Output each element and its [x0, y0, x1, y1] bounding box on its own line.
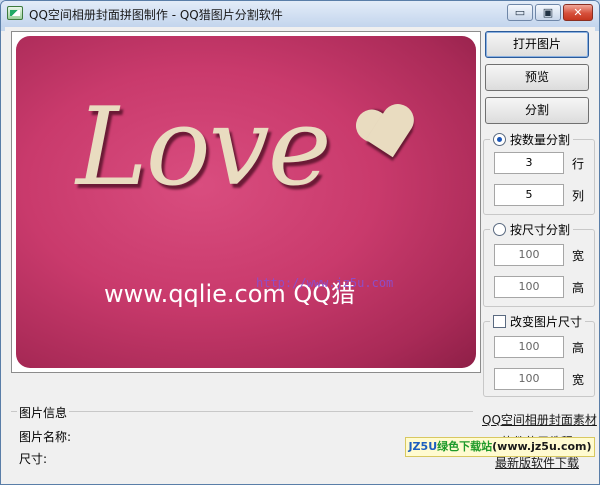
badge-suffix: (www.jz5u.com)	[492, 440, 592, 453]
split-width-input[interactable]: 100	[494, 244, 564, 266]
image-preview-frame: Love www.qqlie.com QQ猎 http://www.jz5u.c…	[11, 31, 481, 373]
photo-love-text: Love	[76, 85, 332, 210]
maximize-button[interactable]: ▣	[535, 4, 561, 21]
split-by-size-label: 按尺寸分割	[510, 223, 571, 237]
download-site-badge: JZ5U绿色下载站(www.jz5u.com)	[405, 437, 595, 457]
image-name-label: 图片名称:	[19, 430, 72, 444]
image-info-group: 图片信息 图片名称: 尺寸:	[11, 404, 473, 481]
cover-material-link[interactable]: QQ空间相册封面素材	[482, 411, 597, 428]
image-info-legend: 图片信息	[17, 404, 70, 421]
resize-width-unit-label: 宽	[572, 373, 585, 387]
split-by-count-radio[interactable]	[493, 133, 506, 146]
preview-image: Love www.qqlie.com QQ猎 http://www.jz5u.c…	[16, 36, 476, 368]
split-by-count-label: 按数量分割	[510, 133, 571, 147]
badge-middle: 绿色下载站	[437, 440, 493, 453]
resize-image-label: 改变图片尺寸	[510, 315, 583, 329]
preview-button[interactable]: 预览	[485, 64, 589, 91]
image-size-label: 尺寸:	[19, 452, 48, 466]
open-image-button[interactable]: 打开图片	[485, 31, 589, 58]
cols-unit-label: 列	[572, 189, 585, 203]
app-image-icon	[7, 6, 23, 20]
window-title: QQ空间相册封面拼图制作 - QQ猎图片分割软件	[29, 8, 283, 22]
split-button[interactable]: 分割	[485, 97, 589, 124]
split-height-input[interactable]: 100	[494, 276, 564, 298]
rows-unit-label: 行	[572, 157, 585, 171]
close-button[interactable]: ✕	[563, 4, 593, 21]
rows-input[interactable]: 3	[494, 152, 564, 174]
split-by-size-radio[interactable]	[493, 223, 506, 236]
cols-input[interactable]: 5	[494, 184, 564, 206]
split-height-unit-label: 高	[572, 281, 585, 295]
heart-icon	[351, 102, 423, 168]
photo-watermark-text: http://www.jz5u.com	[256, 276, 394, 290]
client-area: Love www.qqlie.com QQ猎 http://www.jz5u.c…	[5, 27, 597, 482]
app-window: QQ空间相册封面拼图制作 - QQ猎图片分割软件 ▭ ▣ ✕ Love www.…	[0, 0, 600, 485]
badge-prefix: JZ5U	[408, 440, 438, 453]
resize-image-checkbox[interactable]	[493, 315, 506, 328]
split-by-size-group: 按尺寸分割 100 宽 100 高	[483, 221, 595, 307]
split-by-size-option[interactable]: 按尺寸分割	[490, 221, 574, 238]
split-width-unit-label: 宽	[572, 249, 585, 263]
split-by-count-option[interactable]: 按数量分割	[490, 131, 574, 148]
title-bar[interactable]: QQ空间相册封面拼图制作 - QQ猎图片分割软件 ▭ ▣ ✕	[1, 1, 599, 27]
resize-height-input[interactable]: 100	[494, 336, 564, 358]
resize-image-option[interactable]: 改变图片尺寸	[490, 313, 586, 330]
resize-image-group: 改变图片尺寸 100 高 100 宽	[483, 313, 595, 397]
resize-width-input[interactable]: 100	[494, 368, 564, 390]
split-by-count-group: 按数量分割 3 行 5 列	[483, 131, 595, 215]
minimize-button[interactable]: ▭	[507, 4, 533, 21]
resize-height-unit-label: 高	[572, 341, 585, 355]
